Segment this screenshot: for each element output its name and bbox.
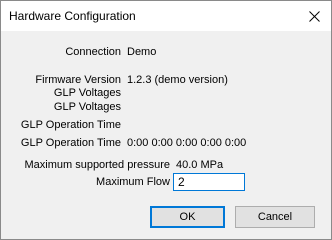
firmware-version-label: Firmware Version xyxy=(35,74,121,86)
cancel-button[interactable]: Cancel xyxy=(235,206,315,228)
glp-operation-time-label-2: GLP Operation Time xyxy=(20,137,121,149)
close-button[interactable] xyxy=(301,3,327,29)
connection-label: Connection xyxy=(65,46,121,58)
glp-operation-time-label-1: GLP Operation Time xyxy=(20,119,121,131)
firmware-version-value: 1.2.3 (demo version) xyxy=(127,74,228,86)
dialog-title: Hardware Configuration xyxy=(9,9,136,23)
max-flow-label: Maximum Flow xyxy=(96,176,170,188)
title-bar: Hardware Configuration xyxy=(1,1,331,31)
connection-value: Demo xyxy=(127,46,157,58)
hardware-configuration-dialog: Hardware Configuration Connection Demo F… xyxy=(0,0,332,240)
max-pressure-value: 40.0 MPa xyxy=(176,159,224,171)
ok-button[interactable]: OK xyxy=(150,206,225,228)
max-pressure-label: Maximum supported pressure xyxy=(24,159,170,171)
close-icon xyxy=(308,10,320,22)
max-flow-input[interactable] xyxy=(173,173,245,191)
glp-voltages-label-2: GLP Voltages xyxy=(53,101,121,113)
glp-operation-time-value: 0:00 0:00 0:00 0:00 0:00 xyxy=(127,137,247,149)
glp-voltages-label-1: GLP Voltages xyxy=(53,87,121,99)
